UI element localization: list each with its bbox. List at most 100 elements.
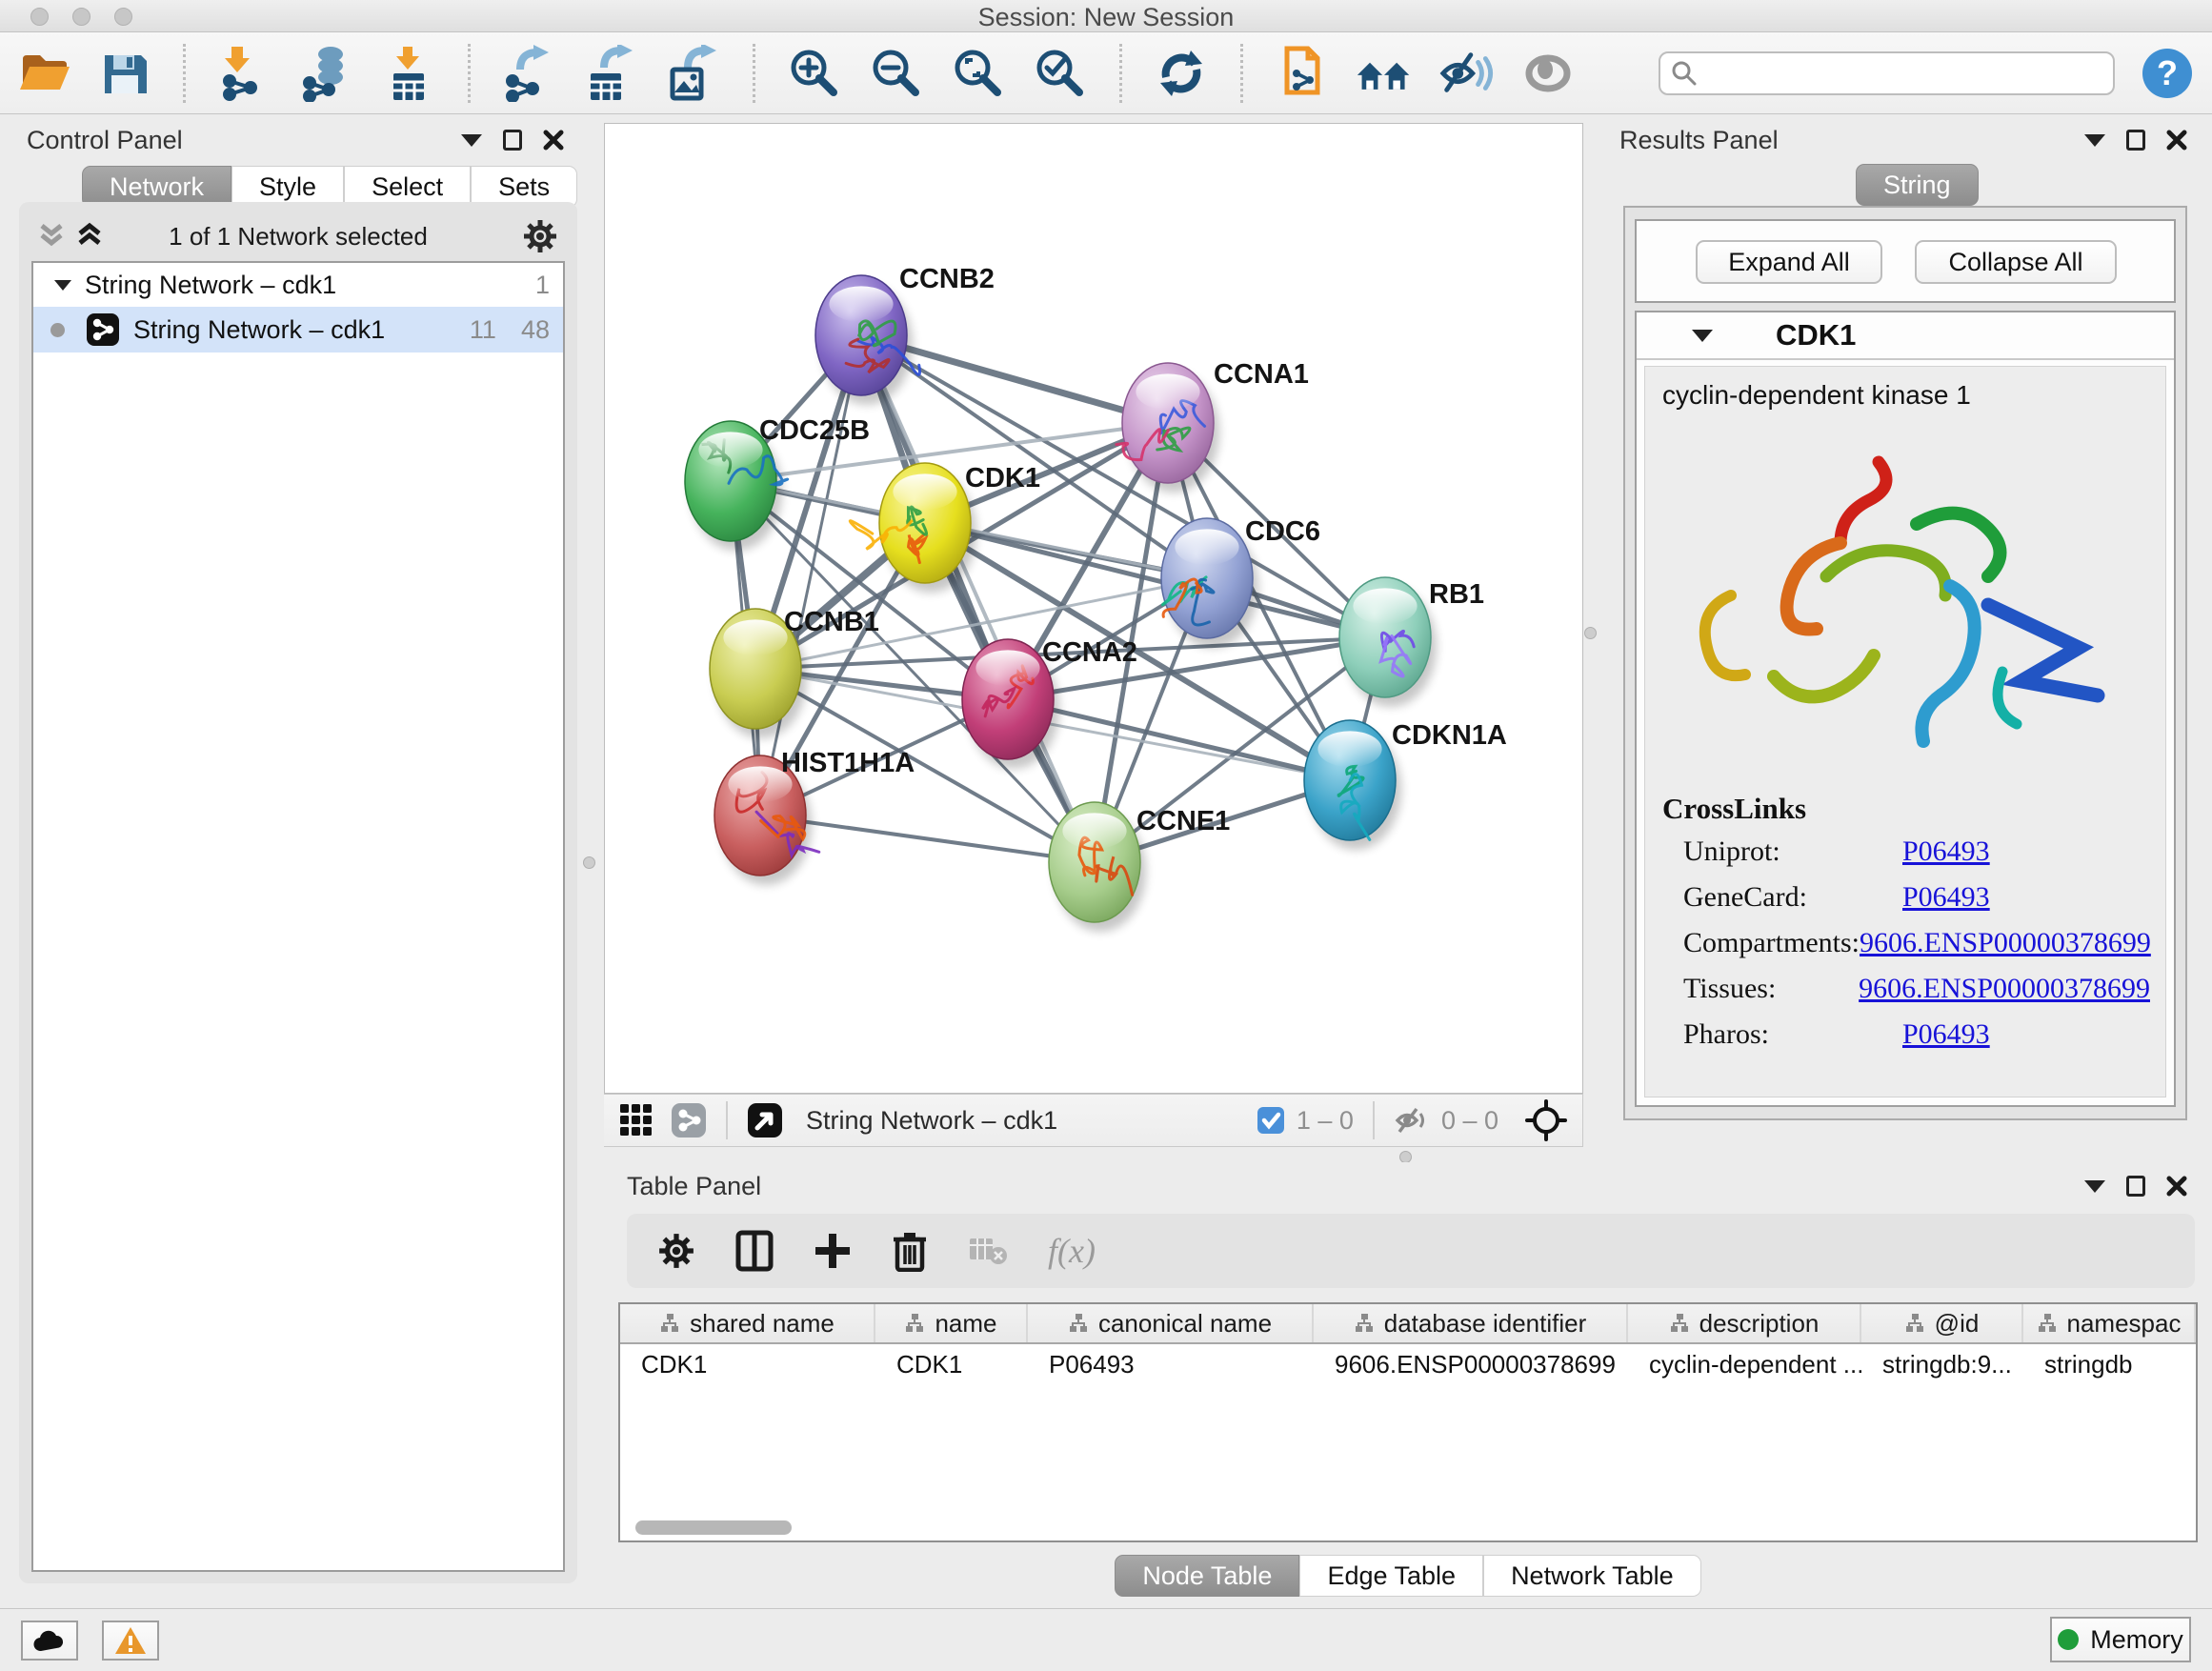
network-from-file-icon[interactable] bbox=[1274, 45, 1331, 102]
tab-edge-table[interactable]: Edge Table bbox=[1299, 1555, 1483, 1597]
crosslinks-list: Uniprot:P06493GeneCard:P06493Compartment… bbox=[1683, 836, 2150, 1064]
zoom-fit-icon[interactable] bbox=[950, 45, 1007, 102]
selected-counts: 1 – 0 bbox=[1297, 1106, 1354, 1136]
panel-menu-icon[interactable] bbox=[461, 134, 482, 147]
table-cell[interactable]: CDK1 bbox=[875, 1344, 1028, 1384]
expand-all-button[interactable]: Expand All bbox=[1696, 240, 1882, 284]
column-header-@id[interactable]: @id bbox=[1861, 1304, 2023, 1342]
control-panel: Control Panel NetworkStyleSelectSets 1 o… bbox=[0, 114, 591, 1608]
network-tree-child-row[interactable]: String Network – cdk1 11 48 bbox=[33, 307, 563, 352]
expand-all-chevron-icon[interactable] bbox=[74, 220, 105, 252]
node-label-rb1: RB1 bbox=[1429, 579, 1484, 610]
panel-float-icon[interactable] bbox=[503, 130, 522, 151]
panel-close-icon[interactable] bbox=[2166, 130, 2187, 151]
home-pair-icon[interactable] bbox=[1356, 45, 1413, 102]
help-icon[interactable]: ? bbox=[2140, 45, 2195, 102]
table-cell[interactable]: stringdb:9... bbox=[1861, 1344, 2023, 1384]
crosslink-label: Pharos: bbox=[1683, 1018, 1902, 1051]
crosslink-link[interactable]: P06493 bbox=[1902, 881, 1990, 914]
fit-selected-crosshair-icon[interactable] bbox=[1525, 1099, 1567, 1141]
network-node-ccna1[interactable] bbox=[1116, 363, 1219, 493]
export-network-icon[interactable] bbox=[501, 45, 558, 102]
crosslink-link[interactable]: 9606.ENSP00000378699 bbox=[1860, 927, 2151, 959]
panel-close-icon[interactable] bbox=[543, 130, 564, 151]
zoom-selected-icon[interactable] bbox=[1032, 45, 1089, 102]
collapse-all-button[interactable]: Collapse All bbox=[1915, 240, 2117, 284]
add-column-icon[interactable] bbox=[814, 1232, 852, 1270]
selected-checkbox-icon[interactable] bbox=[1257, 1106, 1285, 1135]
panel-float-icon[interactable] bbox=[2126, 130, 2145, 151]
panel-close-icon[interactable] bbox=[2166, 1176, 2187, 1197]
export-table-icon[interactable] bbox=[583, 45, 640, 102]
gear-icon[interactable] bbox=[522, 218, 558, 254]
table-cell[interactable]: 9606.ENSP00000378699 bbox=[1314, 1344, 1628, 1384]
crosslink-link[interactable]: 9606.ENSP00000378699 bbox=[1859, 973, 2150, 1005]
import-table-icon[interactable] bbox=[380, 45, 437, 102]
network-edge[interactable] bbox=[760, 335, 861, 815]
table-panel: Table Panel f(x) shared namenamecanonica… bbox=[604, 1162, 2212, 1608]
network-node-ccne1[interactable] bbox=[1049, 802, 1146, 932]
crosslink-link[interactable]: P06493 bbox=[1902, 1018, 1990, 1051]
import-database-icon[interactable] bbox=[298, 45, 355, 102]
open-session-icon[interactable] bbox=[17, 45, 72, 102]
save-session-icon[interactable] bbox=[97, 45, 152, 102]
horizontal-scrollbar[interactable] bbox=[635, 1520, 792, 1535]
panel-menu-icon[interactable] bbox=[2084, 1180, 2105, 1193]
table-cell[interactable]: CDK1 bbox=[620, 1344, 875, 1384]
grid-view-icon[interactable] bbox=[619, 1103, 654, 1137]
gray-eye-icon[interactable] bbox=[1519, 45, 1577, 102]
table-gear-icon[interactable] bbox=[657, 1232, 695, 1270]
hide-eye-icon[interactable] bbox=[1438, 45, 1495, 102]
panel-float-icon[interactable] bbox=[2126, 1176, 2145, 1197]
network-tab-container: 1 of 1 Network selected String Network –… bbox=[19, 202, 577, 1583]
warning-status-button[interactable] bbox=[102, 1621, 159, 1661]
delete-table-icon[interactable] bbox=[968, 1235, 1008, 1267]
import-network-icon[interactable] bbox=[216, 45, 273, 102]
result-description: cyclin-dependent kinase 1 bbox=[1645, 367, 2165, 411]
column-header-canonical-name[interactable]: canonical name bbox=[1028, 1304, 1314, 1342]
delete-column-icon[interactable] bbox=[892, 1230, 928, 1272]
birds-eye-icon[interactable] bbox=[747, 1102, 783, 1138]
table-cell[interactable]: P06493 bbox=[1028, 1344, 1314, 1384]
show-columns-icon[interactable] bbox=[735, 1230, 774, 1272]
network-graph[interactable]: CCNB2CCNA1CDC25BCDK1CDC6RB1CCNB1CCNA2CDK… bbox=[605, 124, 1584, 1095]
column-header-shared-name[interactable]: shared name bbox=[620, 1304, 875, 1342]
network-tree-root-row[interactable]: String Network – cdk1 1 bbox=[33, 263, 563, 307]
tab-node-table[interactable]: Node Table bbox=[1115, 1555, 1299, 1597]
table-cell[interactable]: stringdb bbox=[2023, 1344, 2196, 1384]
left-splitter-handle[interactable] bbox=[583, 856, 595, 869]
crosslink-link[interactable]: P06493 bbox=[1902, 836, 1990, 868]
cloud-status-button[interactable] bbox=[21, 1621, 78, 1661]
zoom-out-icon[interactable] bbox=[868, 45, 925, 102]
search-input[interactable] bbox=[1699, 59, 2099, 87]
result-collapse-icon[interactable] bbox=[1692, 330, 1713, 342]
fx-builder-icon[interactable]: f(x) bbox=[1048, 1231, 1096, 1271]
right-splitter-handle[interactable] bbox=[1584, 627, 1597, 639]
column-header-description[interactable]: description bbox=[1628, 1304, 1861, 1342]
network-node-rb1[interactable] bbox=[1339, 577, 1437, 707]
export-image-icon[interactable] bbox=[665, 45, 722, 102]
column-header-database-identifier[interactable]: database identifier bbox=[1314, 1304, 1628, 1342]
tab-string[interactable]: String bbox=[1856, 164, 1979, 206]
column-header-name[interactable]: name bbox=[875, 1304, 1028, 1342]
network-canvas[interactable]: CCNB2CCNA1CDC25BCDK1CDC6RB1CCNB1CCNA2CDK… bbox=[604, 123, 1583, 1094]
tree-expand-icon[interactable] bbox=[54, 280, 71, 291]
zoom-in-icon[interactable] bbox=[786, 45, 843, 102]
refresh-layout-icon[interactable] bbox=[1153, 45, 1210, 102]
network-edges bbox=[731, 335, 1385, 862]
table-row[interactable]: CDK1CDK1P064939606.ENSP00000378699cyclin… bbox=[620, 1344, 2196, 1384]
network-node-cdkn1a[interactable] bbox=[1304, 720, 1401, 850]
search-field[interactable] bbox=[1659, 51, 2114, 95]
column-header-namespac[interactable]: namespac bbox=[2023, 1304, 2196, 1342]
network-node-ccnb2[interactable] bbox=[815, 275, 920, 405]
column-header-label: @id bbox=[1935, 1309, 1980, 1339]
panel-menu-icon[interactable] bbox=[2084, 134, 2105, 147]
hidden-eye-icon[interactable] bbox=[1394, 1105, 1430, 1136]
share-view-icon[interactable] bbox=[671, 1102, 707, 1138]
table-cell[interactable]: cyclin-dependent ... bbox=[1628, 1344, 1861, 1384]
collapse-all-chevron-icon[interactable] bbox=[36, 220, 67, 252]
tab-network-table[interactable]: Network Table bbox=[1483, 1555, 1701, 1597]
memory-button[interactable]: Memory bbox=[2050, 1617, 2191, 1662]
network-edge[interactable] bbox=[861, 335, 1095, 862]
network-node-cdc6[interactable] bbox=[1161, 518, 1258, 648]
